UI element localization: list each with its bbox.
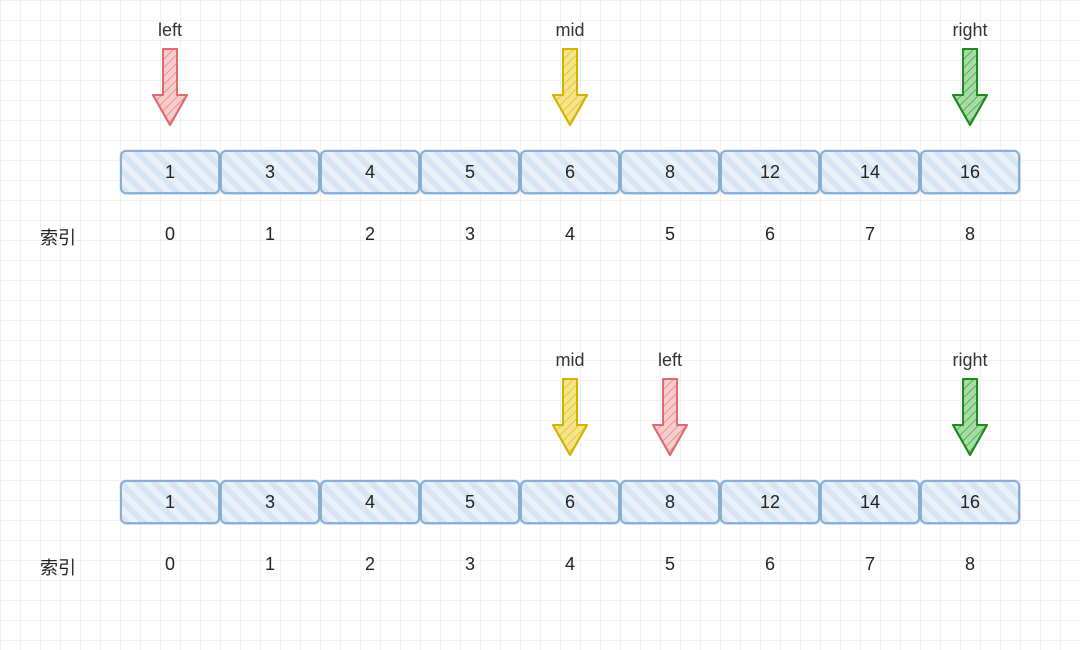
arrow-down-icon [920, 47, 1020, 127]
right-pointer-label: right [920, 350, 1020, 371]
array-cell: 5 [420, 480, 520, 524]
arrow-down-icon [620, 377, 720, 457]
index-label-1: 索引 [40, 224, 100, 250]
array-cell: 4 [320, 480, 420, 524]
index-row-1: 012345678 [120, 224, 1020, 245]
index-cell: 8 [920, 554, 1020, 575]
index-cell: 4 [520, 224, 620, 245]
pointer-row-2: mid left right [120, 350, 1020, 480]
pointer-row-1: left mid right [120, 20, 1020, 150]
left-pointer-label: left [620, 350, 720, 371]
index-cell: 1 [220, 224, 320, 245]
step-1: left mid right 134568121416 [120, 20, 1020, 245]
right-pointer: right [920, 350, 1020, 457]
right-pointer: right [920, 20, 1020, 127]
step-2: mid left right 134568121416 [120, 350, 1020, 575]
arrow-down-icon [920, 377, 1020, 457]
array-cell: 1 [120, 480, 220, 524]
mid-pointer-label: mid [520, 350, 620, 371]
right-pointer-label: right [920, 20, 1020, 41]
index-cell: 5 [620, 554, 720, 575]
index-cell: 7 [820, 224, 920, 245]
mid-pointer: mid [520, 20, 620, 127]
array-cell: 12 [720, 150, 820, 194]
index-cell: 0 [120, 554, 220, 575]
arrow-down-icon [120, 47, 220, 127]
index-row-2: 012345678 [120, 554, 1020, 575]
array-cell: 14 [820, 150, 920, 194]
index-cell: 2 [320, 554, 420, 575]
index-cell: 7 [820, 554, 920, 575]
array-row-2: 134568121416 [120, 480, 1020, 524]
arrow-down-icon [520, 377, 620, 457]
array-cell: 5 [420, 150, 520, 194]
index-cell: 8 [920, 224, 1020, 245]
index-cell: 3 [420, 224, 520, 245]
array-cell: 12 [720, 480, 820, 524]
array-cell: 6 [520, 150, 620, 194]
index-cell: 5 [620, 224, 720, 245]
array-cell: 16 [920, 480, 1020, 524]
array-cell: 6 [520, 480, 620, 524]
index-cell: 3 [420, 554, 520, 575]
left-pointer: left [120, 20, 220, 127]
array-cell: 8 [620, 480, 720, 524]
array-cell: 16 [920, 150, 1020, 194]
index-cell: 2 [320, 224, 420, 245]
array-cell: 1 [120, 150, 220, 194]
left-pointer-label: left [120, 20, 220, 41]
array-cell: 8 [620, 150, 720, 194]
index-cell: 4 [520, 554, 620, 575]
arrow-down-icon [520, 47, 620, 127]
array-row-1: 134568121416 [120, 150, 1020, 194]
array-cell: 3 [220, 480, 320, 524]
array-cell: 14 [820, 480, 920, 524]
index-cell: 6 [720, 554, 820, 575]
mid-pointer-label: mid [520, 20, 620, 41]
array-cell: 4 [320, 150, 420, 194]
index-cell: 6 [720, 224, 820, 245]
mid-pointer: mid [520, 350, 620, 457]
array-cell: 3 [220, 150, 320, 194]
index-label-2: 索引 [40, 554, 100, 580]
left-pointer: left [620, 350, 720, 457]
index-cell: 1 [220, 554, 320, 575]
index-cell: 0 [120, 224, 220, 245]
